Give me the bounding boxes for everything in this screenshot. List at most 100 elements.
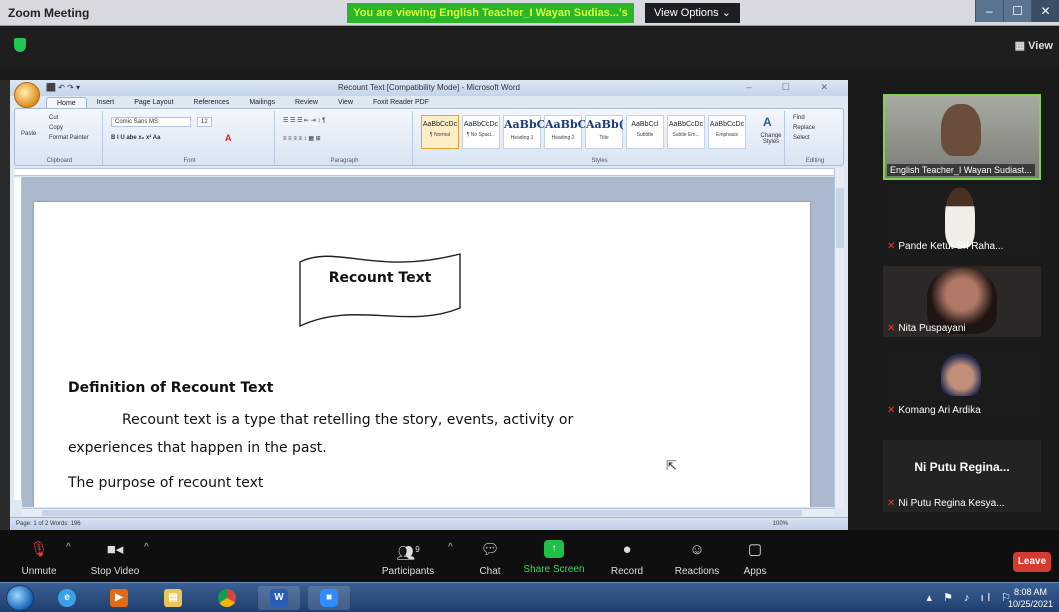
leave-button[interactable]: Leave <box>1013 552 1051 572</box>
cut-button[interactable]: Cut <box>49 115 58 121</box>
window-title: Zoom Meeting <box>8 6 90 20</box>
word-icon: W <box>270 589 288 607</box>
styles-group: AaBbCcDc ¶ Normal AaBbCcDc ¶ No Spaci... AaB… <box>415 111 785 165</box>
format-painter-button[interactable]: Format Painter <box>49 135 89 141</box>
word-title: Recount Text [Compatibility Mode] - Micr… <box>10 80 848 96</box>
share-screen-icon: ↑ <box>544 540 564 558</box>
system-clock[interactable]: 8:08 AM 10/25/2021 <box>1008 586 1053 610</box>
font-color-icon[interactable]: A <box>225 133 232 143</box>
find-button[interactable]: Find <box>793 115 805 121</box>
system-tray-icons[interactable]: ▴ ⚑ ♪ ıl ⚐ <box>927 591 1015 604</box>
horizontal-scrollbar[interactable] <box>22 508 834 516</box>
style-name: ¶ No Spaci... <box>466 132 496 138</box>
vertical-ruler[interactable] <box>14 178 22 500</box>
clipboard-group: Paste Cut Copy Format Painter Clipboard <box>17 111 103 165</box>
select-button[interactable]: Select <box>793 135 810 141</box>
participant-tile[interactable]: ✕ Nita Puspayani <box>883 266 1041 337</box>
style-sample: AaBbCcDc <box>668 121 704 128</box>
windows-taskbar: e ▶ ▤ W ■ ▴ ⚑ ♪ ıl ⚐ 8:08 AM 10/25/2021 <box>0 582 1059 612</box>
apps-button[interactable]: ▢ Apps <box>720 540 790 577</box>
security-shield-icon[interactable] <box>14 38 26 52</box>
replace-button[interactable]: Replace <box>793 125 815 131</box>
close-button[interactable]: ✕ <box>1031 0 1059 22</box>
video-camera-icon: ■◂ <box>106 541 124 558</box>
change-styles-icon[interactable]: A <box>763 115 772 129</box>
window-controls: – ☐ ✕ <box>975 0 1059 22</box>
meeting-top-strip: ▦ View <box>0 27 1059 67</box>
style-item[interactable]: AaBbCcDc Subtle Em... <box>667 115 705 149</box>
ie-taskbar-button[interactable]: e <box>46 586 88 610</box>
unmute-button[interactable]: 🎙︎ Unmute <box>4 540 74 577</box>
maximize-button[interactable]: ☐ <box>1003 0 1031 22</box>
office-button[interactable] <box>14 82 40 108</box>
purpose-heading: The purpose of recount text <box>68 475 264 491</box>
start-button[interactable] <box>6 585 34 611</box>
chrome-taskbar-button[interactable] <box>206 586 248 610</box>
explorer-taskbar-button[interactable]: ▤ <box>152 586 194 610</box>
word-taskbar-button[interactable]: W <box>258 586 300 610</box>
paste-button[interactable]: Paste <box>21 131 36 137</box>
style-item[interactable]: AaBbCcl Subtitle <box>626 115 664 149</box>
view-options-button[interactable]: View Options ⌄ <box>645 3 740 23</box>
minimize-button[interactable]: – <box>975 0 1003 22</box>
horizontal-ruler[interactable] <box>14 168 844 176</box>
unmute-label: Unmute <box>21 566 57 577</box>
record-button[interactable]: ● Record <box>592 540 662 577</box>
style-item[interactable]: AaBb(Title <box>585 115 624 149</box>
font-size-box[interactable]: 12 <box>197 117 212 127</box>
document-page[interactable]: Recount Text Definition of Recount Text … <box>34 202 810 507</box>
participant-display-name: Ni Putu Regina... <box>914 460 1010 474</box>
participants-button[interactable]: 👥︎9 Participants <box>373 540 443 577</box>
banner-scroll-icon <box>299 253 461 328</box>
media-player-taskbar-button[interactable]: ▶ <box>98 586 140 610</box>
list-buttons-icon[interactable]: ☰ ☰ ☰ ⇤ ⇥ ↕ ¶ <box>283 117 325 124</box>
quick-access-toolbar[interactable]: ⬛ ↶ ↷ ▾ <box>46 83 80 92</box>
participant-namebar: ✕ Komang Ari Ardika <box>887 405 981 416</box>
participant-namebar: ✕ Pande Ketut Sri Raha... <box>887 241 1003 252</box>
scroll-thumb[interactable] <box>836 188 844 248</box>
word-window-controls[interactable]: – ☐ ✕ <box>746 82 842 93</box>
participant-tile[interactable]: Ni Putu Regina... ✕ Ni Putu Regina Kesya.… <box>883 440 1041 512</box>
style-item[interactable]: AaBbCcDc Emphasis <box>708 115 746 149</box>
style-item[interactable]: AaBbC Heading 2 <box>544 115 587 149</box>
stop-video-button[interactable]: ■◂ Stop Video <box>80 540 150 577</box>
style-sample: AaBbC <box>545 118 587 131</box>
align-buttons-icon[interactable]: ≡ ≡ ≡ ≡ ↕ ▦ ⊞ <box>283 135 321 142</box>
copy-button[interactable]: Copy <box>49 125 63 131</box>
participant-namebar: ✕ Nita Puspayani <box>887 323 966 334</box>
apps-icon: ▢ <box>747 541 763 558</box>
zoom-taskbar-button[interactable]: ■ <box>308 586 350 610</box>
share-screen-button[interactable]: ↑ Share Screen <box>519 540 589 575</box>
zoom-level[interactable]: 100% <box>773 521 788 527</box>
change-styles-button[interactable]: Change Styles <box>757 133 785 145</box>
participant-tile[interactable]: ✕ Pande Ketut Sri Raha... <box>883 184 1041 255</box>
vertical-scrollbar[interactable] <box>834 168 844 508</box>
font-format-buttons[interactable]: B I U abe x₂ x² Aa <box>111 135 160 141</box>
participant-tile-teacher[interactable]: English Teacher_I Wayan Sudiast... <box>883 94 1041 180</box>
font-name-box[interactable]: Comic Sans MS <box>111 117 191 127</box>
chrome-icon <box>218 589 236 607</box>
viewing-screen-banner: You are viewing English Teacher_I Wayan … <box>347 3 634 39</box>
participant-tile[interactable]: ✕ Komang Ari Ardika <box>883 348 1041 419</box>
banner-title: Recount Text <box>328 270 432 286</box>
style-name: Emphasis <box>716 132 738 138</box>
style-item[interactable]: AaBbCcDc ¶ No Spaci... <box>462 115 500 149</box>
participants-chevron-icon[interactable]: ^ <box>448 542 453 553</box>
zoom-icon: ■ <box>320 589 338 607</box>
style-item[interactable]: AaBbCcDc ¶ Normal <box>421 115 459 149</box>
participant-figure <box>945 188 975 248</box>
view-layout-button[interactable]: ▦ View <box>1015 39 1053 52</box>
style-sample: AaBb( <box>586 118 624 131</box>
style-item[interactable]: AaBbC Heading 1 <box>503 115 545 149</box>
editing-group-label: Editing <box>805 158 825 164</box>
participant-namebar: ✕ Ni Putu Regina Kesya... <box>887 498 1005 509</box>
hscroll-thumb[interactable] <box>42 510 802 516</box>
video-options-chevron-icon[interactable]: ^ <box>144 542 149 553</box>
participants-panel: English Teacher_I Wayan Sudiast... ✕ Pand… <box>849 80 1059 530</box>
media-player-icon: ▶ <box>110 589 128 607</box>
page-word-count[interactable]: Page: 1 of 2 Words: 196 <box>16 521 81 527</box>
audio-options-chevron-icon[interactable]: ^ <box>66 542 71 553</box>
paragraph-group: ☰ ☰ ☰ ⇤ ⇥ ↕ ¶ ≡ ≡ ≡ ≡ ↕ ▦ ⊞ Paragraph <box>277 111 413 165</box>
ie-icon: e <box>58 589 76 607</box>
chat-button[interactable]: 💬︎ Chat <box>455 540 525 577</box>
